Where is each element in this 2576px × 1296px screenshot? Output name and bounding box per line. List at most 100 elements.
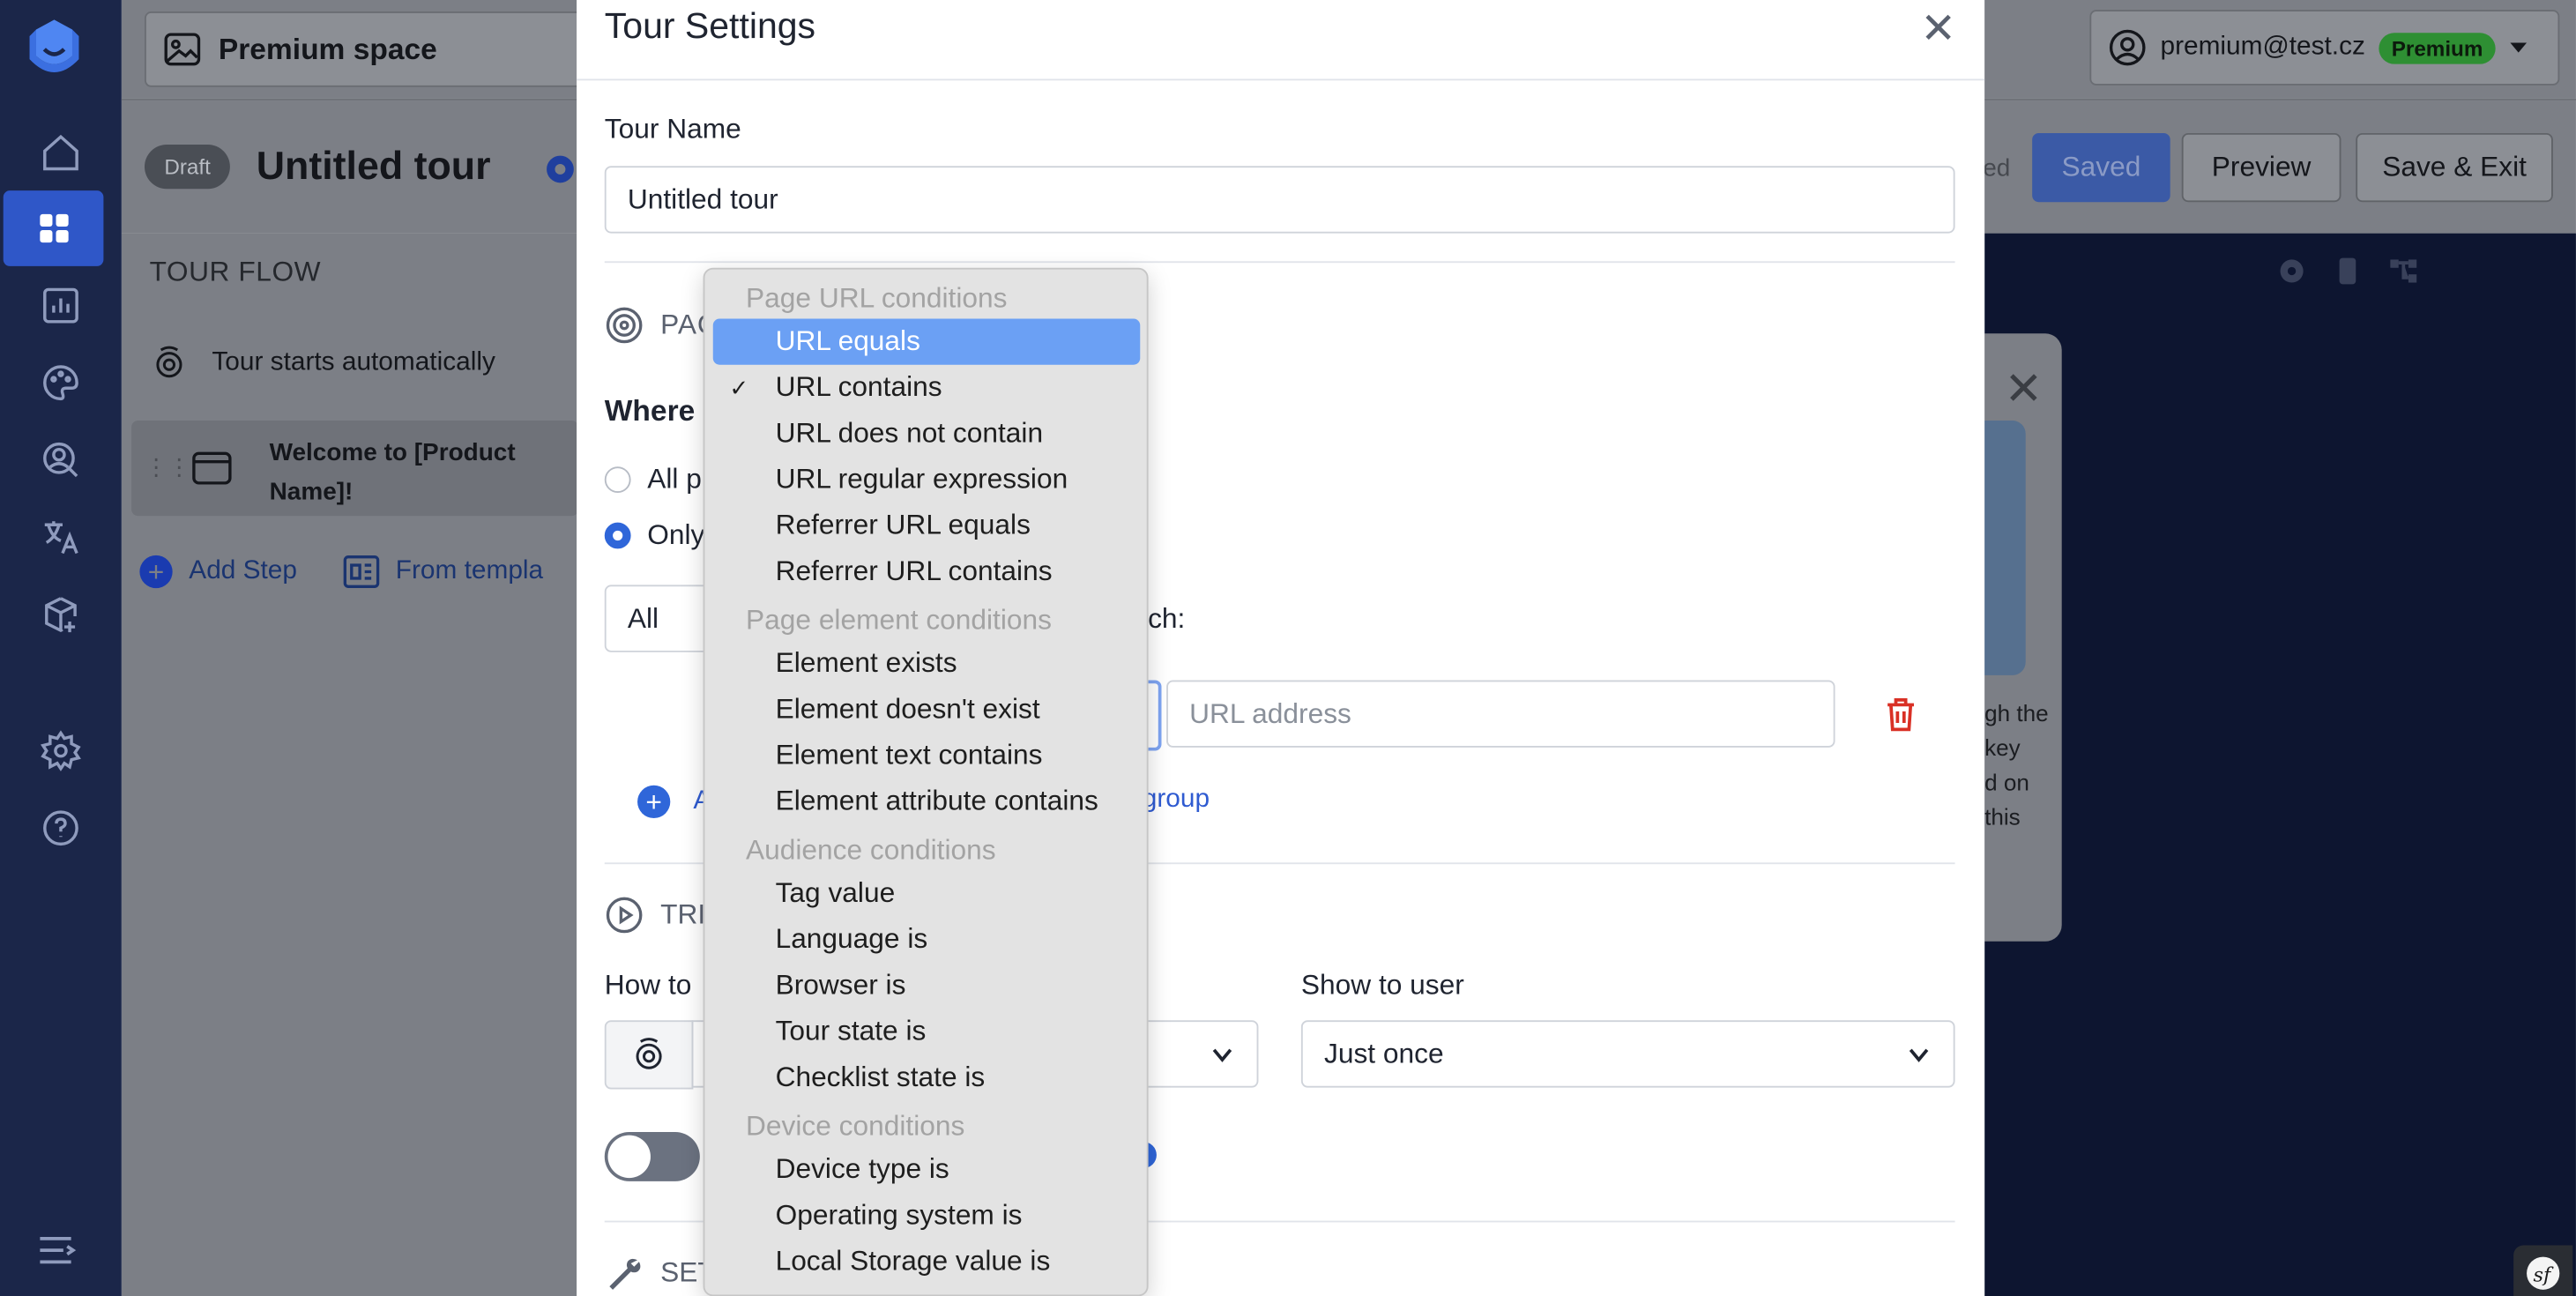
toggle-switch[interactable] [604,1131,700,1181]
tour-name-input[interactable]: Untitled tour [604,166,1955,234]
dropdown-option[interactable]: Tour state is [713,1009,1141,1054]
dropdown-option-label: Element attribute contains [775,785,1098,817]
user-circle-icon [2109,29,2146,66]
dropdown-option[interactable]: Element doesn't exist [713,687,1141,733]
save-exit-button[interactable]: Save & Exit [2356,132,2553,203]
user-menu[interactable]: premium@test.cz Premium [2089,10,2560,86]
nav-themes[interactable] [0,345,122,421]
dropdown-option-label: Checklist state is [775,1061,986,1093]
dropdown-group-label: Page element conditions [746,604,1052,637]
trigger-section-header[interactable]: TRI [605,896,705,935]
dropdown-group-label: Page URL conditions [746,282,1008,314]
step-item[interactable]: ⋮⋮ Welcome to [Product Name]! [131,421,578,517]
image-icon [164,33,201,66]
radio-dot-selected [604,522,631,549]
dropdown-option-label: Element doesn't exist [775,693,1040,725]
dropdown-option[interactable]: ✓ URL contains [713,365,1141,411]
dropdown-option[interactable]: Device type is [713,1147,1141,1193]
translate-icon [44,521,78,555]
dropdown-option[interactable]: Checklist state is [713,1054,1141,1100]
grid-icon [39,213,68,243]
chart-icon [43,287,78,324]
nav-tours[interactable] [3,190,104,266]
dropdown-option[interactable]: Element attribute contains [713,778,1141,824]
plan-badge: Premium [2378,32,2497,63]
from-template-label[interactable]: From templa [396,557,543,587]
nav-home[interactable] [0,115,122,190]
dropdown-option[interactable]: Local Storage value is [713,1239,1141,1285]
dropdown-option-label: URL contains [775,371,942,403]
dropdown-option-label: Element text contains [775,739,1043,771]
dropdown-option-label: Referrer URL contains [775,555,1053,587]
space-selector[interactable]: Premium space [144,11,605,87]
show-to-user-select[interactable]: Just once [1300,1020,1955,1088]
dropdown-option-label: Device type is [775,1153,949,1185]
add-condition-button[interactable]: + A [637,785,711,819]
dropdown-option[interactable]: URL regular expression [713,457,1141,503]
radio-all-pages[interactable]: All p [604,463,702,496]
radio-only-pages[interactable]: Only [604,518,705,552]
palette-icon [43,365,78,401]
toggle-knob [607,1135,651,1179]
preview-close-icon[interactable]: ✕ [2004,361,2043,415]
template-icon [343,555,379,588]
nav-users[interactable] [0,422,122,498]
nav-analytics[interactable] [0,268,122,344]
show-to-user-value: Just once [1323,1037,1444,1069]
save-status-text: ed [1983,154,2011,182]
add-step-label: Add Step [189,556,297,585]
nav-translations[interactable] [0,500,122,576]
dropdown-option[interactable]: Element exists [713,641,1141,687]
mobile-device-icon[interactable] [2336,257,2359,287]
space-name: Premium space [218,32,437,65]
dropdown-option-label: URL regular expression [775,463,1068,495]
debug-toolbar-icon[interactable]: sf [2513,1245,2573,1296]
flow-tree-icon[interactable] [2389,257,2419,287]
drag-handle-icon[interactable]: ⋮⋮ [145,453,190,481]
radio-only-label: Only [647,518,705,551]
home-icon [43,134,78,171]
chevron-down-icon [1909,1048,1929,1062]
nav-help[interactable] [0,790,122,866]
dropdown-option[interactable]: URL equals [712,318,1141,365]
modal-title: Tour Settings [604,4,816,47]
plus-circle-icon: + [139,555,173,589]
help-icon [43,810,78,846]
nav-settings[interactable] [0,713,122,789]
dropdown-option[interactable]: Browser is [713,963,1141,1009]
dropdown-option[interactable]: Operating system is [713,1193,1141,1239]
dropdown-option-label: Local Storage value is [775,1245,1051,1277]
step-label: Welcome to [Product Name]! [270,434,516,512]
section-divider [604,261,1955,264]
collapse-menu-icon[interactable] [36,1229,78,1271]
add-step-button[interactable]: + Add Step From templa [139,555,543,589]
canvas-settings-icon[interactable] [2277,257,2307,287]
where-label: Where [604,394,696,428]
modal-step-icon [192,451,232,485]
radio-all-label: All p [647,463,702,495]
settings-section-header[interactable]: SET [605,1254,715,1293]
saved-button[interactable]: Saved [2032,132,2170,203]
trigger-row[interactable]: Tour starts automatically [150,343,495,383]
trigger-row-label: Tour starts automatically [212,348,495,376]
dropdown-option[interactable]: Tag value [713,871,1141,917]
dropdown-option[interactable]: Language is [713,917,1141,963]
dropdown-option[interactable]: Element text contains [713,733,1141,778]
close-icon[interactable]: ✕ [1920,4,1956,55]
preview-button[interactable]: Preview [2181,132,2341,203]
dropdown-group-label: Audience conditions [746,834,996,867]
condition-type-dropdown: Page URL conditions URL equals ✓ URL contai… [703,267,1149,1296]
dropdown-option[interactable]: URL does not contain [713,411,1141,457]
tour-title: Untitled tour [256,144,491,190]
app-logo-icon[interactable] [19,13,88,82]
tour-settings-gear-icon[interactable] [542,151,578,187]
radio-dot [604,466,631,494]
url-address-input[interactable]: URL address [1166,680,1835,748]
dropdown-option[interactable]: Referrer URL equals [713,503,1141,548]
auto-start-gear-icon [156,346,182,378]
nav-integrations[interactable] [0,577,122,652]
wrench-icon [609,1258,641,1290]
trash-icon[interactable] [1884,696,1917,733]
dropdown-option[interactable]: Referrer URL contains [713,548,1141,594]
how-to-label: How to [604,969,692,1001]
